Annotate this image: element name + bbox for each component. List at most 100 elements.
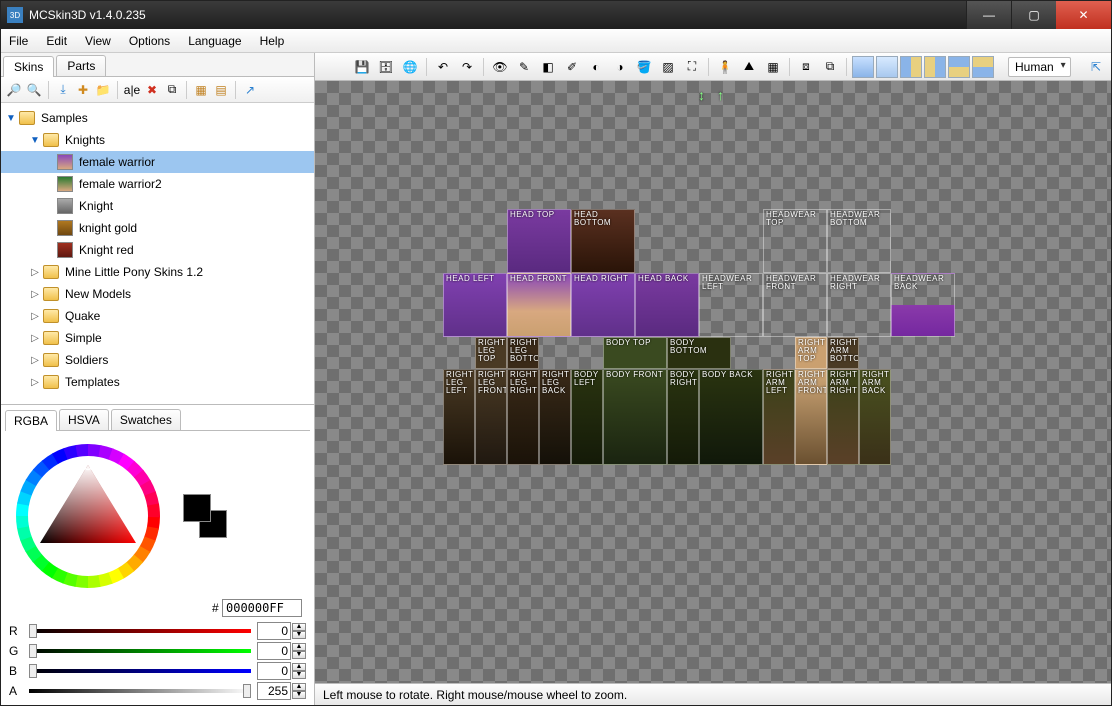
- tree-item[interactable]: Knight red: [1, 239, 314, 261]
- slider-b[interactable]: [29, 669, 251, 673]
- spinner-b[interactable]: ▲▼: [292, 663, 306, 679]
- grid-large-icon[interactable]: ▦: [192, 81, 210, 99]
- tree-folder[interactable]: ▷Templates: [1, 371, 314, 393]
- skin-tree[interactable]: ▼ Samples ▼ Knights female warriorfemale…: [1, 103, 314, 404]
- spinner-g[interactable]: ▲▼: [292, 643, 306, 659]
- value-a[interactable]: [257, 682, 291, 700]
- skin-region[interactable]: HEAD BOTTOM: [571, 209, 635, 273]
- menu-file[interactable]: File: [9, 34, 28, 48]
- skin-region[interactable]: RIGHT ARM BOTTOM: [827, 337, 859, 369]
- tree-folder[interactable]: ▷Simple: [1, 327, 314, 349]
- skin-region[interactable]: HEAD FRONT: [507, 273, 571, 337]
- skin-region[interactable]: BODY LEFT: [571, 369, 603, 465]
- skin-region[interactable]: HEADWEAR TOP: [763, 209, 827, 273]
- menu-help[interactable]: Help: [260, 34, 285, 48]
- new-skin-icon[interactable]: ✚: [74, 81, 92, 99]
- spinner-r[interactable]: ▲▼: [292, 623, 306, 639]
- view-split-v-icon[interactable]: [948, 56, 970, 78]
- redo-icon[interactable]: ↷: [456, 56, 478, 78]
- tree-root[interactable]: ▼ Samples: [1, 107, 314, 129]
- caret-icon[interactable]: ▼: [29, 135, 41, 146]
- color-swatches[interactable]: [183, 494, 227, 538]
- tree-item[interactable]: Knight: [1, 195, 314, 217]
- skin-region[interactable]: RIGHT LEG BOTTOM: [507, 337, 539, 369]
- menu-edit[interactable]: Edit: [46, 34, 67, 48]
- eraser-tool-icon[interactable]: ◧: [537, 56, 559, 78]
- view-2d-icon[interactable]: [876, 56, 898, 78]
- grid-small-icon[interactable]: ▤: [212, 81, 230, 99]
- skin-region[interactable]: HEADWEAR BACK: [891, 273, 955, 337]
- skin-region[interactable]: HEADWEAR RIGHT: [827, 273, 891, 337]
- tab-skins[interactable]: Skins: [3, 56, 54, 77]
- undo-icon[interactable]: ↶: [432, 56, 454, 78]
- skin-region[interactable]: RIGHT LEG BACK: [539, 369, 571, 465]
- view-split-v2-icon[interactable]: [972, 56, 994, 78]
- viewport[interactable]: ↕ ↑ HEAD TOPHEAD BOTTOMHEADWEAR TOPHEADW…: [315, 81, 1111, 683]
- skin-region[interactable]: RIGHT ARM FRONT: [795, 369, 827, 465]
- skin-region[interactable]: RIGHT ARM LEFT: [763, 369, 795, 465]
- menu-view[interactable]: View: [85, 34, 111, 48]
- import-skin-icon[interactable]: ⤓: [54, 81, 72, 99]
- caret-icon[interactable]: ▷: [29, 267, 41, 278]
- skin-region[interactable]: HEADWEAR LEFT: [699, 273, 763, 337]
- camera-tool-icon[interactable]: 👁: [489, 56, 511, 78]
- caret-icon[interactable]: ▷: [29, 311, 41, 322]
- skin-region[interactable]: HEADWEAR FRONT: [763, 273, 827, 337]
- toggle-ground-icon[interactable]: ⛰: [738, 56, 760, 78]
- slider-a[interactable]: [29, 689, 251, 693]
- dropper-tool-icon[interactable]: ✐: [561, 56, 583, 78]
- copy-frame-icon[interactable]: ⧉: [819, 56, 841, 78]
- skin-region[interactable]: RIGHT LEG RIGHT: [507, 369, 539, 465]
- color-wheel[interactable]: [13, 441, 163, 591]
- minimize-button[interactable]: —: [966, 1, 1011, 29]
- rename-icon[interactable]: a|e: [123, 81, 141, 99]
- tab-rgba[interactable]: RGBA: [5, 410, 57, 431]
- skin-region[interactable]: RIGHT LEG LEFT: [443, 369, 475, 465]
- toggle-grid-icon[interactable]: ▦: [762, 56, 784, 78]
- skin-region[interactable]: BODY FRONT: [603, 369, 667, 465]
- skin-region[interactable]: BODY BOTTOM: [667, 337, 731, 369]
- skin-region[interactable]: BODY BACK: [699, 369, 763, 465]
- skin-region[interactable]: HEADWEAR BOTTOM: [827, 209, 891, 273]
- slider-g[interactable]: [29, 649, 251, 653]
- tree-folder[interactable]: ▷Soldiers: [1, 349, 314, 371]
- clone-icon[interactable]: ⧉: [163, 81, 181, 99]
- save-icon[interactable]: 💾: [351, 56, 373, 78]
- skin-region[interactable]: HEAD LEFT: [443, 273, 507, 337]
- menu-options[interactable]: Options: [129, 34, 170, 48]
- tree-item[interactable]: female warrior: [1, 151, 314, 173]
- maximize-button[interactable]: ▢: [1011, 1, 1056, 29]
- menu-language[interactable]: Language: [188, 34, 241, 48]
- upload-skin-icon[interactable]: 🌐: [399, 56, 421, 78]
- new-folder-icon[interactable]: 📁: [94, 81, 112, 99]
- zoom-out-icon[interactable]: 🔎: [5, 81, 23, 99]
- value-r[interactable]: [257, 622, 291, 640]
- caret-icon[interactable]: ▷: [29, 377, 41, 388]
- skin-region[interactable]: RIGHT ARM TOP: [795, 337, 827, 369]
- skin-region[interactable]: RIGHT LEG TOP: [475, 337, 507, 369]
- hex-input[interactable]: [222, 599, 302, 617]
- save-all-icon[interactable]: 🗄: [375, 56, 397, 78]
- zoom-in-icon[interactable]: 🔍: [25, 81, 43, 99]
- upload-icon[interactable]: ↗: [241, 81, 259, 99]
- fill-tool-icon[interactable]: 🪣: [633, 56, 655, 78]
- tab-hsva[interactable]: HSVA: [59, 409, 109, 430]
- skin-region[interactable]: HEAD RIGHT: [571, 273, 635, 337]
- primary-color[interactable]: [183, 494, 211, 522]
- view-3d-icon[interactable]: [852, 56, 874, 78]
- tree-folder[interactable]: ▷Quake: [1, 305, 314, 327]
- tree-item[interactable]: knight gold: [1, 217, 314, 239]
- toggle-armor-icon[interactable]: 🧍: [714, 56, 736, 78]
- detach-icon[interactable]: ⇱: [1085, 56, 1107, 78]
- tree-item[interactable]: female warrior2: [1, 173, 314, 195]
- burn-tool-icon[interactable]: ◑: [609, 56, 631, 78]
- skin-region[interactable]: BODY TOP: [603, 337, 667, 369]
- tab-swatches[interactable]: Swatches: [111, 409, 181, 430]
- dodge-tool-icon[interactable]: ◐: [585, 56, 607, 78]
- skin-region[interactable]: HEAD TOP: [507, 209, 571, 273]
- delete-icon[interactable]: ✖: [143, 81, 161, 99]
- noise-tool-icon[interactable]: ▨: [657, 56, 679, 78]
- model-dropdown[interactable]: Human: [1008, 57, 1071, 77]
- spinner-a[interactable]: ▲▼: [292, 683, 306, 699]
- caret-icon[interactable]: ▷: [29, 333, 41, 344]
